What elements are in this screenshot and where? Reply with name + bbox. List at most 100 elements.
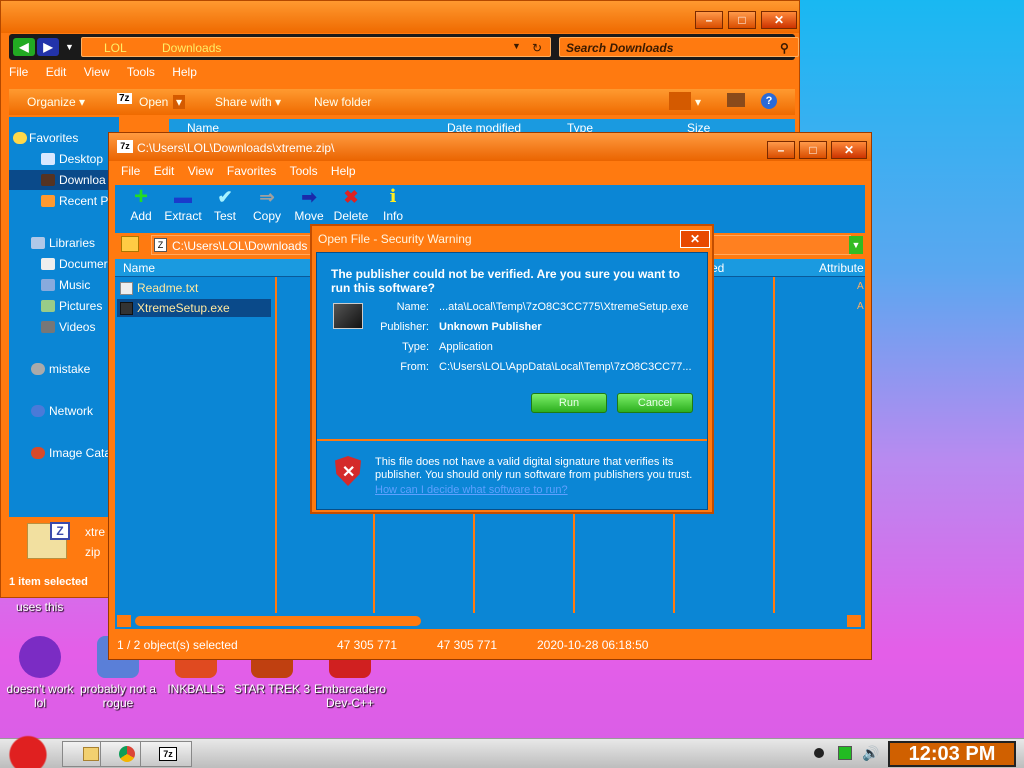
desktop-partial-label[interactable]: uses this	[16, 600, 63, 614]
7zip-maximize-button[interactable]: □	[799, 141, 827, 159]
test-label: Test	[213, 209, 236, 223]
crumb-lol[interactable]: LOL	[104, 41, 127, 55]
tray-record-icon[interactable]	[814, 748, 824, 758]
7zip-col-attributes[interactable]: Attribute	[819, 261, 864, 275]
nav-libraries[interactable]: Libraries	[31, 236, 96, 250]
exe-file-icon	[120, 302, 133, 315]
horizontal-scrollbar[interactable]	[115, 613, 865, 629]
nav-documents-label: Documer	[59, 257, 108, 271]
dialog-titlebar[interactable]: Open File - Security Warning ✕	[312, 226, 712, 250]
minimize-button[interactable]: –	[695, 11, 723, 29]
nav-image-catalog[interactable]: Image Cata	[31, 446, 111, 460]
scroll-left-arrow[interactable]	[117, 615, 131, 627]
explorer-address-bar: ◀ ▶ ▼ LOL Downloads ▼ ↻ Search Downloads…	[9, 34, 799, 60]
dialog-close-button[interactable]: ✕	[680, 230, 710, 248]
crumb-downloads[interactable]: Downloads	[162, 41, 221, 55]
nav-network[interactable]: Network	[31, 404, 93, 418]
nav-music[interactable]: Music	[41, 278, 90, 292]
taskbar-clock[interactable]: 12:03 PM	[888, 741, 1016, 767]
nav-pictures[interactable]: Pictures	[41, 299, 102, 313]
dialog-body: The publisher could not be verified. Are…	[316, 252, 708, 510]
menu-view[interactable]: View	[84, 65, 110, 79]
help-link[interactable]: How can I decide what software to run?	[375, 484, 568, 496]
7zip-titlebar[interactable]: 7z C:\Users\LOL\Downloads\xtreme.zip\ – …	[109, 133, 871, 161]
tray-volume-icon[interactable]: 🔊	[862, 745, 879, 762]
taskbar-7zip-button[interactable]: 7z	[140, 741, 192, 767]
text-file-icon	[120, 282, 133, 295]
new-folder-button[interactable]: New folder	[314, 95, 371, 109]
nav-mistake[interactable]: mistake	[31, 362, 91, 376]
view-options-icon[interactable]	[669, 92, 691, 110]
tray-network-icon[interactable]	[838, 746, 852, 760]
7zip-taskbar-icon: 7z	[159, 747, 177, 761]
preview-pane-icon[interactable]	[727, 93, 745, 107]
status-size-1: 47 305 771	[337, 638, 398, 652]
path-dropdown-icon[interactable]: ▼	[849, 236, 863, 254]
status-date: 2020-10-28 06:18:50	[537, 638, 649, 652]
menu-help[interactable]: Help	[172, 65, 197, 79]
image-catalog-icon	[31, 447, 45, 459]
copy-icon: ⇒	[259, 187, 275, 207]
share-button[interactable]: Share with ▾	[215, 95, 281, 109]
run-button[interactable]: Run	[531, 393, 607, 413]
info-button[interactable]: i Info	[367, 187, 419, 224]
view-dropdown-icon[interactable]: ▾	[695, 95, 701, 109]
shield-warning-icon: ✕	[335, 456, 361, 486]
search-input[interactable]: Search Downloads ⚲	[559, 37, 799, 57]
file-row-xtremesetup[interactable]: XtremeSetup.exe	[117, 299, 271, 317]
up-folder-icon[interactable]	[121, 236, 139, 252]
nav-downloads-label: Downloa	[59, 173, 106, 187]
open-dropdown-icon[interactable]: ▾	[173, 95, 186, 109]
menu-tools[interactable]: Tools	[127, 65, 155, 79]
documents-icon	[41, 258, 55, 270]
nav-documents[interactable]: Documer	[41, 257, 108, 271]
navigation-pane: Favorites Desktop Downloa Recent P Libra…	[9, 117, 119, 517]
field-type-value: Application	[439, 341, 493, 353]
cancel-button[interactable]: Cancel	[617, 393, 693, 413]
menu-edit[interactable]: Edit	[46, 65, 67, 79]
organize-button[interactable]: Organize ▾	[27, 95, 85, 109]
close-button[interactable]: ✕	[761, 11, 797, 29]
dialog-question: The publisher could not be verified. Are…	[331, 267, 680, 295]
open-button[interactable]: Open	[139, 95, 168, 109]
column-divider	[275, 277, 277, 613]
nav-favorites[interactable]: Favorites	[13, 131, 78, 145]
7zip-minimize-button[interactable]: –	[767, 141, 795, 159]
search-placeholder: Search Downloads	[566, 41, 674, 55]
nav-desktop[interactable]: Desktop	[41, 152, 104, 166]
warning-text: This file does not have a valid digital …	[375, 456, 693, 481]
organize-label: Organize	[27, 95, 76, 109]
desktop-icon-doesnt-work[interactable]: doesn't work lol	[0, 636, 80, 710]
explorer-titlebar[interactable]: – □ ✕	[1, 1, 799, 33]
maximize-button[interactable]: □	[728, 11, 756, 29]
7zip-menu-file[interactable]: File	[121, 164, 140, 178]
nav-libraries-label: Libraries	[49, 236, 96, 250]
7zip-menu-tools[interactable]: Tools	[290, 164, 318, 178]
address-dropdown-icon[interactable]: ▼	[512, 41, 521, 51]
menu-file[interactable]: File	[9, 65, 28, 79]
7zip-menu-help[interactable]: Help	[331, 164, 356, 178]
address-field[interactable]: LOL Downloads ▼ ↻	[81, 37, 551, 57]
7zip-menu-view[interactable]: View	[188, 164, 214, 178]
7zip-menu-edit[interactable]: Edit	[154, 164, 175, 178]
nav-recent[interactable]: Recent P	[41, 194, 108, 208]
search-icon[interactable]: ⚲	[780, 41, 789, 55]
7zip-col-name[interactable]: Name	[123, 261, 155, 275]
recent-places-icon	[41, 195, 55, 207]
recent-pages-icon[interactable]: ▼	[65, 42, 74, 52]
back-button[interactable]: ◀	[13, 38, 35, 56]
nav-downloads[interactable]: Downloa	[41, 173, 106, 187]
scrollbar-thumb[interactable]	[135, 616, 421, 626]
refresh-icon[interactable]: ↻	[532, 41, 542, 55]
7zip-statusbar: 1 / 2 object(s) selected 47 305 771 47 3…	[115, 633, 865, 655]
nav-videos[interactable]: Videos	[41, 320, 95, 334]
scroll-right-arrow[interactable]	[847, 615, 861, 627]
help-icon[interactable]: ?	[761, 93, 777, 109]
7zip-close-button[interactable]: ✕	[831, 141, 867, 159]
nav-desktop-label: Desktop	[59, 152, 104, 166]
file-row-readme[interactable]: Readme.txt	[117, 279, 271, 297]
start-button[interactable]	[4, 733, 52, 768]
forward-button[interactable]: ▶	[37, 38, 59, 56]
nav-mistake-label: mistake	[49, 362, 91, 376]
7zip-menu-favorites[interactable]: Favorites	[227, 164, 276, 178]
